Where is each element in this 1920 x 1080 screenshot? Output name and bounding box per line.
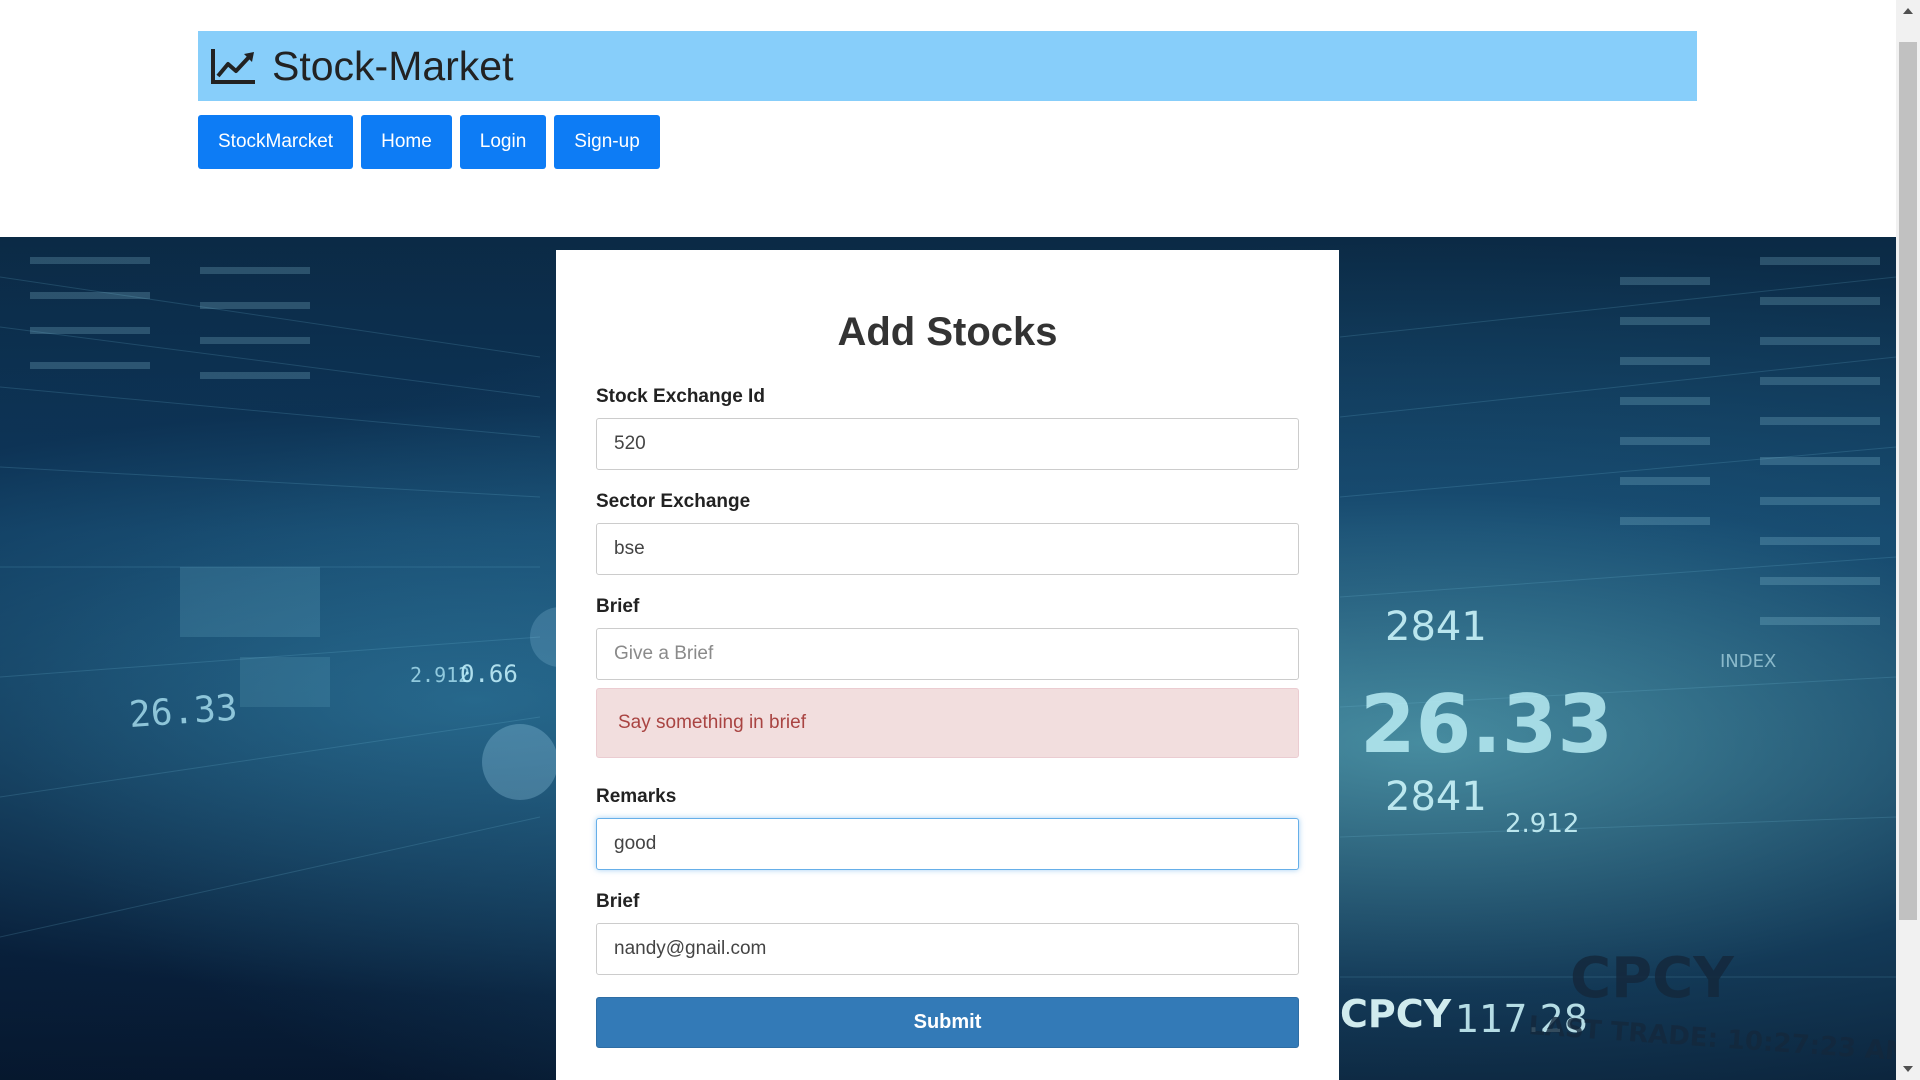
brief-input[interactable]: Give a Brief	[596, 628, 1299, 680]
add-stocks-card: Add Stocks Stock Exchange Id 520 Sector …	[556, 250, 1339, 1080]
bg-number: 2.912	[1505, 809, 1579, 839]
brief-email-label: Brief	[596, 891, 640, 912]
scrollbar-thumb[interactable]	[1899, 42, 1917, 920]
nav-login-button[interactable]: Login	[459, 115, 547, 169]
bg-number: 2.912	[410, 663, 470, 687]
brand-bar: Stock-Market	[198, 31, 1697, 101]
form-group-remarks: Remarks good	[596, 786, 1299, 870]
sector-exchange-input[interactable]: bse	[596, 523, 1299, 575]
stock-exchange-id-input[interactable]: 520	[596, 418, 1299, 470]
brief-label: Brief	[596, 596, 640, 617]
brief-error-alert: Say something in brief	[596, 688, 1299, 758]
bg-number: CPCY	[1570, 946, 1735, 1011]
page-title: Add Stocks	[837, 310, 1058, 354]
remarks-input[interactable]: good	[596, 818, 1299, 870]
remarks-label: Remarks	[596, 786, 677, 807]
nav-stockmarket-button[interactable]: StockMarcket	[198, 115, 354, 169]
stock-exchange-id-label: Stock Exchange Id	[596, 386, 765, 407]
bg-number: 26.33	[1360, 678, 1613, 771]
bg-number: INDEX	[1720, 651, 1776, 672]
form-group-sector-exchange: Sector Exchange bse	[596, 491, 1299, 575]
top-nav: StockMarcket Home Login Sign-up	[198, 115, 660, 169]
bg-number: 26.33	[128, 688, 239, 736]
form-group-brief: Brief Give a Brief Say something in brie…	[596, 596, 1299, 758]
form-group-brief-email: Brief nandy@gnail.com	[596, 891, 1299, 975]
submit-button[interactable]: Submit	[596, 997, 1299, 1048]
bg-number: CPCY	[1340, 992, 1452, 1036]
form-group-stock-exchange-id: Stock Exchange Id 520	[596, 386, 1299, 470]
page-scrollbar[interactable]	[1896, 0, 1920, 1080]
sector-exchange-label: Sector Exchange	[596, 491, 751, 512]
scroll-up-arrow-icon[interactable]	[1896, 0, 1920, 22]
scroll-down-arrow-icon[interactable]	[1896, 1058, 1920, 1080]
bg-number: 2841	[1385, 604, 1487, 650]
nav-signup-button[interactable]: Sign-up	[554, 115, 660, 169]
bg-number: 2841	[1385, 774, 1487, 820]
brief-email-input[interactable]: nandy@gnail.com	[596, 923, 1299, 975]
nav-home-button[interactable]: Home	[361, 115, 452, 169]
line-chart-icon	[211, 49, 255, 84]
brand-title: Stock-Market	[272, 42, 514, 89]
bg-number: LAST TRADE: 10:27:23 AM	[1528, 1011, 1896, 1068]
